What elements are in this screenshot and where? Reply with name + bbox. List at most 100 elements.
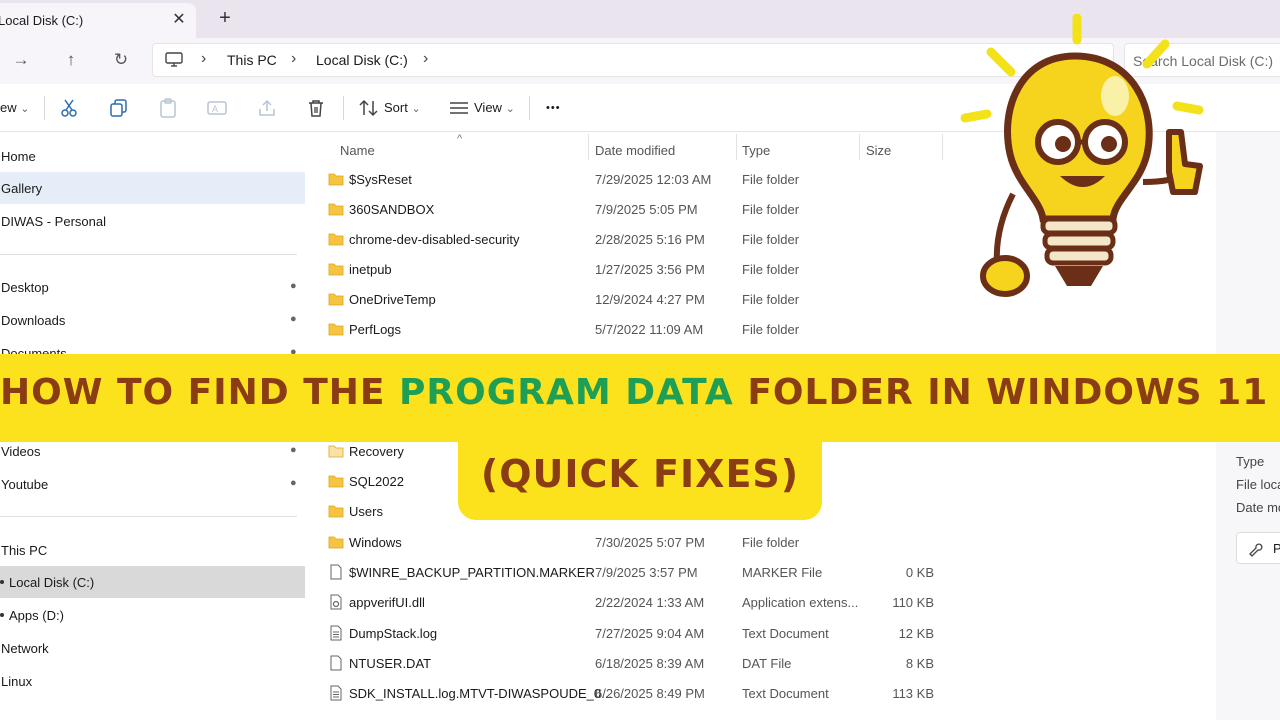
- file-size: 110 KB: [892, 595, 934, 610]
- banner-title-part2: FOLDER IN WINDOWS 11 ?: [733, 372, 1280, 413]
- column-divider[interactable]: [942, 134, 943, 160]
- breadcrumb-chevron-icon[interactable]: ›: [423, 50, 428, 68]
- column-header-type[interactable]: Type: [742, 138, 770, 164]
- chevron-down-icon: ⌄: [20, 103, 30, 115]
- delete-icon[interactable]: [305, 97, 327, 119]
- folder-icon: [328, 475, 344, 488]
- copy-icon[interactable]: [108, 97, 130, 119]
- sidebar-item-linux[interactable]: Linux: [0, 665, 305, 697]
- sort-ascending-icon: ^: [457, 133, 463, 145]
- new-label: ew: [0, 100, 17, 115]
- file-name: inetpub: [349, 262, 392, 277]
- folder-icon: [328, 263, 344, 276]
- sidebar-item-youtube[interactable]: Youtube ●: [0, 468, 305, 500]
- close-tab-icon[interactable]: ✕: [170, 9, 188, 31]
- sidebar-item-downloads[interactable]: Downloads ●: [0, 304, 305, 336]
- refresh-button[interactable]: ↻: [108, 48, 134, 72]
- properties-button[interactable]: P: [1236, 532, 1280, 564]
- chevron-down-icon: ⌄: [411, 103, 421, 115]
- column-divider[interactable]: [588, 134, 589, 160]
- sidebar-item-network[interactable]: Network: [0, 632, 305, 664]
- sidebar-item-desktop[interactable]: Desktop ●: [0, 271, 305, 303]
- file-type: File folder: [742, 262, 800, 277]
- file-date: 5/7/2022 11:09 AM: [595, 322, 704, 337]
- details-type-label: Type: [1236, 454, 1265, 469]
- file-row[interactable]: NTUSER.DAT 6/18/2025 8:39 AM DAT File 8 KB: [306, 649, 1216, 679]
- breadcrumb-local-disk[interactable]: Local Disk (C:): [316, 52, 408, 68]
- file-row[interactable]: Windows 7/30/2025 5:07 PM File folder: [306, 528, 1216, 558]
- file-name: $WINRE_BACKUP_PARTITION.MARKER: [349, 565, 595, 580]
- breadcrumb-this-pc[interactable]: This PC: [227, 52, 277, 68]
- title-banner: HOW TO FIND THE PROGRAM DATA FOLDER IN W…: [0, 354, 1280, 442]
- file-name: appverifUI.dll: [349, 595, 425, 610]
- ray-icon: [960, 109, 992, 123]
- paste-icon[interactable]: [157, 97, 179, 119]
- column-header-size[interactable]: Size: [866, 138, 891, 164]
- file-row[interactable]: DumpStack.log 7/27/2025 9:04 AM Text Docum…: [306, 619, 1216, 649]
- file-row[interactable]: $WINRE_BACKUP_PARTITION.MARKER 7/9/2025 3…: [306, 558, 1216, 588]
- pin-icon: ●: [290, 313, 297, 325]
- sidebar-item-label: Network: [1, 641, 49, 656]
- file-date: 7/30/2025 5:07 PM: [595, 535, 705, 550]
- new-tab-button[interactable]: +: [214, 6, 236, 30]
- file-name: Windows: [349, 535, 402, 550]
- forward-button[interactable]: →: [8, 48, 34, 72]
- tab-local-disk[interactable]: Local Disk (C:) ✕: [0, 3, 196, 38]
- computer-icon: [165, 52, 183, 67]
- view-label: View: [474, 100, 502, 115]
- pin-icon: ●: [290, 280, 297, 292]
- folder-icon: [328, 173, 344, 186]
- file-date: 7/29/2025 12:03 AM: [595, 172, 712, 187]
- sidebar-item-label: Linux: [1, 674, 33, 689]
- divider: [529, 96, 530, 120]
- sidebar-item-onedrive[interactable]: DIWAS - Personal: [0, 205, 305, 237]
- file-date: 6/26/2025 8:49 PM: [595, 686, 705, 701]
- divider: [343, 96, 344, 120]
- sidebar-item-label: Desktop: [1, 280, 49, 295]
- sidebar-item-this-pc[interactable]: This PC: [0, 534, 305, 566]
- sidebar-item-local-disk[interactable]: Local Disk (C:): [0, 566, 305, 598]
- column-divider[interactable]: [736, 134, 737, 160]
- sort-button[interactable]: Sort ⌄: [384, 96, 421, 120]
- file-name: PerfLogs: [349, 322, 402, 337]
- file-name: chrome-dev-disabled-security: [349, 232, 520, 247]
- sidebar-item-label: DIWAS - Personal: [1, 214, 106, 229]
- file-row[interactable]: PerfLogs 5/7/2022 11:09 AM File folder: [306, 315, 1216, 345]
- up-button[interactable]: ↑: [58, 48, 84, 72]
- file-icon: [330, 625, 342, 641]
- file-name: SDK_INSTALL.log.MTVT-DIWASPOUDE_0...: [349, 686, 612, 701]
- file-date: 7/9/2025 3:57 PM: [595, 565, 698, 580]
- file-row[interactable]: appverifUI.dll 2/22/2024 1:33 AM Applicati…: [306, 588, 1216, 618]
- sidebar-item-label: This PC: [1, 543, 48, 558]
- sidebar-item-label: Home: [1, 149, 36, 164]
- sidebar-item-apps-d[interactable]: Apps (D:): [0, 599, 305, 631]
- file-row[interactable]: SDK_INSTALL.log.MTVT-DIWASPOUDE_0... 6/26…: [306, 679, 1216, 709]
- sort-icon: [359, 99, 378, 117]
- folder-icon: [328, 445, 344, 458]
- column-header-date[interactable]: Date modified: [595, 138, 675, 164]
- file-type: DAT File: [742, 656, 792, 671]
- view-button[interactable]: View ⌄: [474, 96, 515, 120]
- sidebar-item-home[interactable]: Home: [0, 140, 305, 172]
- divider: [44, 96, 45, 120]
- new-button[interactable]: ew ⌄: [0, 96, 29, 120]
- file-icon: [330, 564, 342, 580]
- banner-title: HOW TO FIND THE PROGRAM DATA FOLDER IN W…: [0, 372, 1280, 413]
- sort-label: Sort: [384, 100, 408, 115]
- details-date-label: Date mo: [1236, 500, 1280, 515]
- more-options-button[interactable]: •••: [546, 96, 561, 120]
- file-name: OneDriveTemp: [349, 292, 436, 307]
- file-date: 7/9/2025 5:05 PM: [595, 202, 698, 217]
- rename-icon[interactable]: A: [206, 97, 228, 119]
- share-icon[interactable]: [256, 97, 278, 119]
- cut-icon[interactable]: [58, 97, 80, 119]
- column-divider[interactable]: [859, 134, 860, 160]
- sidebar-item-label: Apps (D:): [9, 608, 64, 623]
- file-type: Application extens...: [742, 595, 859, 610]
- pin-icon: ●: [290, 477, 297, 489]
- ray-icon: [1142, 39, 1170, 69]
- view-icon: [450, 102, 468, 114]
- column-header-name[interactable]: Name: [340, 138, 375, 164]
- sidebar-item-gallery[interactable]: Gallery: [0, 172, 305, 204]
- file-name: NTUSER.DAT: [349, 656, 432, 671]
